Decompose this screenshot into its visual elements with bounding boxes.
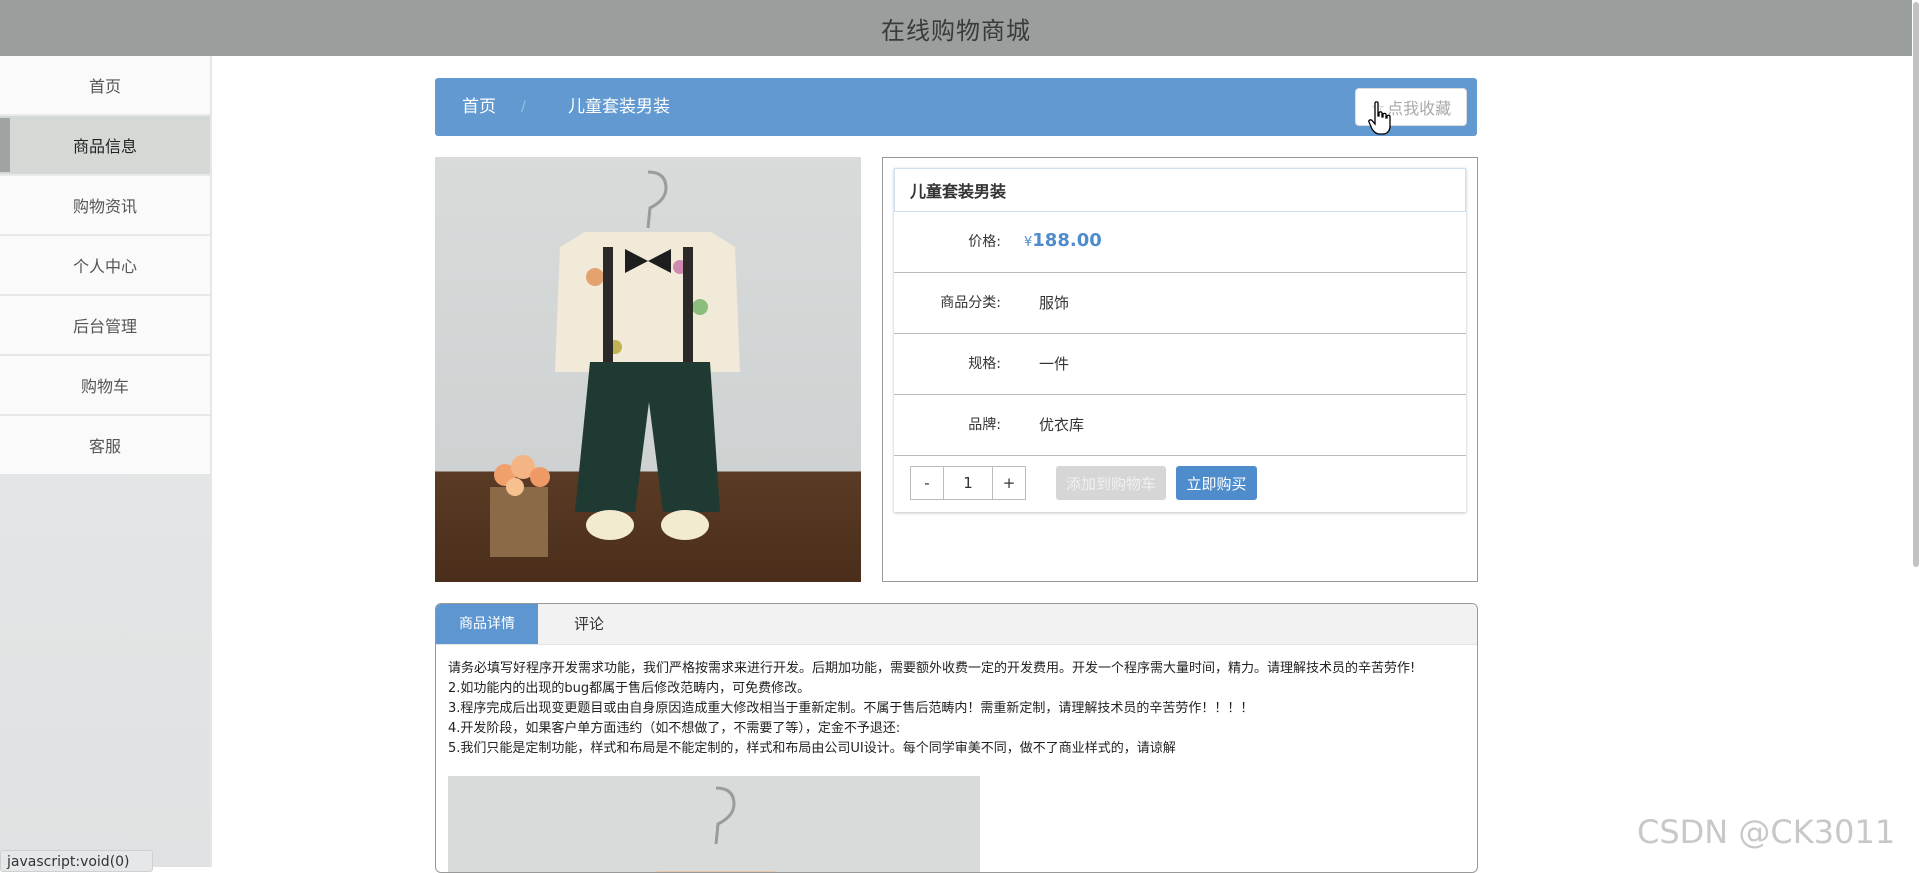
site-title: 在线购物商城 <box>881 16 1031 45</box>
increase-quantity-button[interactable]: + <box>993 467 1025 499</box>
detail-line: 3.程序完成后出现变更题目或由自身原因造成重大修改相当于重新定制。不属于售后范畴… <box>448 701 1254 716</box>
product-price: ¥188.00 <box>1024 212 1102 272</box>
detail-tabs: 商品详情 评论 <box>436 604 1477 645</box>
favorite-label: 点我收藏 <box>1387 99 1452 118</box>
decrease-quantity-button[interactable]: - <box>911 467 943 499</box>
hand-pointer-icon <box>1368 101 1391 135</box>
price-label: 价格: <box>968 234 1001 250</box>
spec-value: 一件 <box>1039 355 1070 373</box>
sidebar-item-label: 购物资讯 <box>72 197 137 216</box>
sidebar-item-cart[interactable]: 购物车 <box>0 356 210 414</box>
buy-now-button[interactable]: 立即购买 <box>1176 466 1257 500</box>
scrollbar-thumb[interactable] <box>1913 2 1919 567</box>
sidebar-item-label: 客服 <box>88 437 121 456</box>
quantity-input[interactable]: 1 <box>943 467 993 499</box>
site-header: 在线购物商城 <box>0 0 1912 56</box>
watermark: CSDN @CK3011 <box>1637 813 1896 851</box>
status-bar-url: javascript:void(0) <box>0 850 153 872</box>
product-info-card: 儿童套装男装 价格: ¥188.00 商品分类: 服饰 规格: 一件 品牌: 优… <box>894 168 1466 512</box>
breadcrumb-separator: / <box>521 99 526 115</box>
sidebar-item-admin[interactable]: 后台管理 <box>0 296 210 354</box>
detail-line: 请务必填写好程序开发需求功能，我们严格按需求来进行开发。后期加功能，需要额外收费… <box>448 661 1416 676</box>
price-value: 188.00 <box>1032 230 1102 251</box>
sidebar-item-label: 商品信息 <box>72 137 137 156</box>
breadcrumb-home-link[interactable]: 首页 <box>462 78 496 136</box>
sidebar-item-label: 个人中心 <box>72 257 137 276</box>
tab-comments[interactable]: 评论 <box>574 604 604 644</box>
spec-row: 规格: 一件 <box>894 334 1466 395</box>
sidebar-item-label: 后台管理 <box>72 317 137 336</box>
detail-product-image <box>448 776 980 872</box>
product-detail-panel: 商品详情 评论 请务必填写好程序开发需求功能，我们严格按需求来进行开发。后期加功… <box>435 603 1478 873</box>
add-to-cart-button[interactable]: 添加到购物车 <box>1056 466 1166 500</box>
breadcrumb: 首页 / 儿童套装男装 ☆ 点我收藏 <box>435 78 1477 136</box>
sidebar-item-label: 首页 <box>88 77 121 96</box>
detail-photo-illustration <box>656 786 776 872</box>
product-image <box>435 157 861 582</box>
detail-description: 请务必填写好程序开发需求功能，我们严格按需求来进行开发。后期加功能，需要额外收费… <box>448 659 1458 759</box>
spec-label: 规格: <box>968 356 1001 372</box>
category-value: 服饰 <box>1039 294 1070 312</box>
category-row: 商品分类: 服饰 <box>894 273 1466 334</box>
brand-value: 优衣库 <box>1039 416 1085 434</box>
price-row: 价格: ¥188.00 <box>894 212 1466 273</box>
tab-details[interactable]: 商品详情 <box>436 604 538 644</box>
detail-line: 4.开发阶段，如果客户单方面违约（如不想做了，不需要了等），定金不予退还: <box>448 721 901 736</box>
page-scrollbar[interactable] <box>1912 0 1920 867</box>
product-name: 儿童套装男装 <box>894 168 1466 212</box>
category-label: 商品分类: <box>940 295 1001 311</box>
sidebar-item-home[interactable]: 首页 <box>0 56 210 114</box>
product-info-panel: 儿童套装男装 价格: ¥188.00 商品分类: 服饰 规格: 一件 品牌: 优… <box>882 157 1478 582</box>
sidebar-item-products[interactable]: 商品信息 <box>0 116 210 174</box>
detail-line: 2.如功能内的出现的bug都属于售后修改范畴内，可免费修改。 <box>448 681 811 696</box>
product-photo-illustration <box>490 170 740 557</box>
sidebar-nav: 首页 商品信息 购物资讯 个人中心 后台管理 购物车 客服 <box>0 56 212 867</box>
purchase-row: - 1 + 添加到购物车 立即购买 <box>894 458 1466 510</box>
sidebar-item-label: 购物车 <box>80 377 129 396</box>
brand-row: 品牌: 优衣库 <box>894 395 1466 456</box>
sidebar-item-profile[interactable]: 个人中心 <box>0 236 210 294</box>
detail-line: 5.我们只能是定制功能，样式和布局是不能定制的，样式和布局由公司UI设计。每个同… <box>448 741 1176 756</box>
breadcrumb-current: 儿童套装男装 <box>568 97 670 117</box>
sidebar-item-service[interactable]: 客服 <box>0 416 210 474</box>
sidebar-item-news[interactable]: 购物资讯 <box>0 176 210 234</box>
brand-label: 品牌: <box>968 417 1001 433</box>
quantity-stepper: - 1 + <box>910 466 1026 500</box>
